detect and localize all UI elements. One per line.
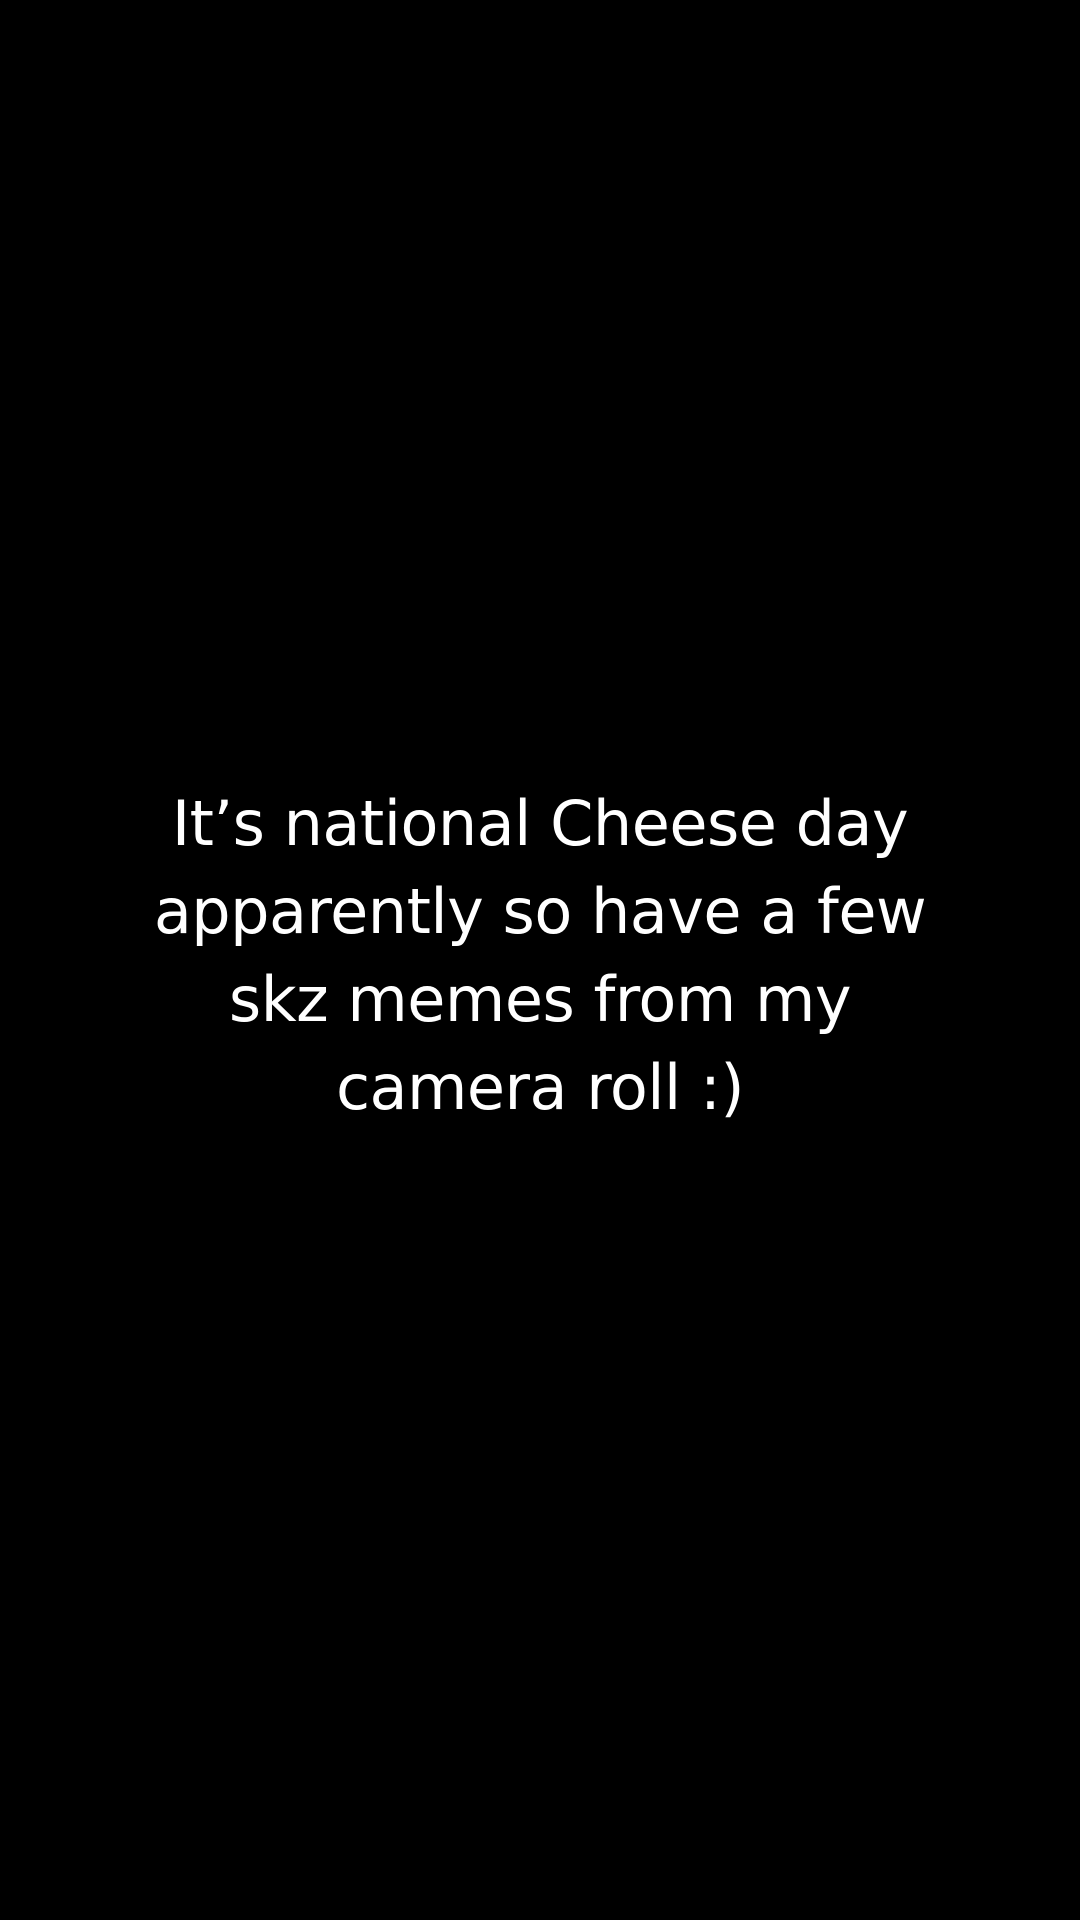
caption-line-1: It’s national Cheese day — [171, 787, 909, 860]
caption-line-3: skz memes from my — [228, 963, 852, 1036]
caption-line-2: apparently so have a few — [153, 875, 927, 948]
caption-line-4: camera roll :) — [335, 1051, 745, 1124]
caption-text: It’s national Cheese day apparently so h… — [60, 780, 1020, 1132]
story-screen: It’s national Cheese day apparently so h… — [0, 0, 1080, 1920]
